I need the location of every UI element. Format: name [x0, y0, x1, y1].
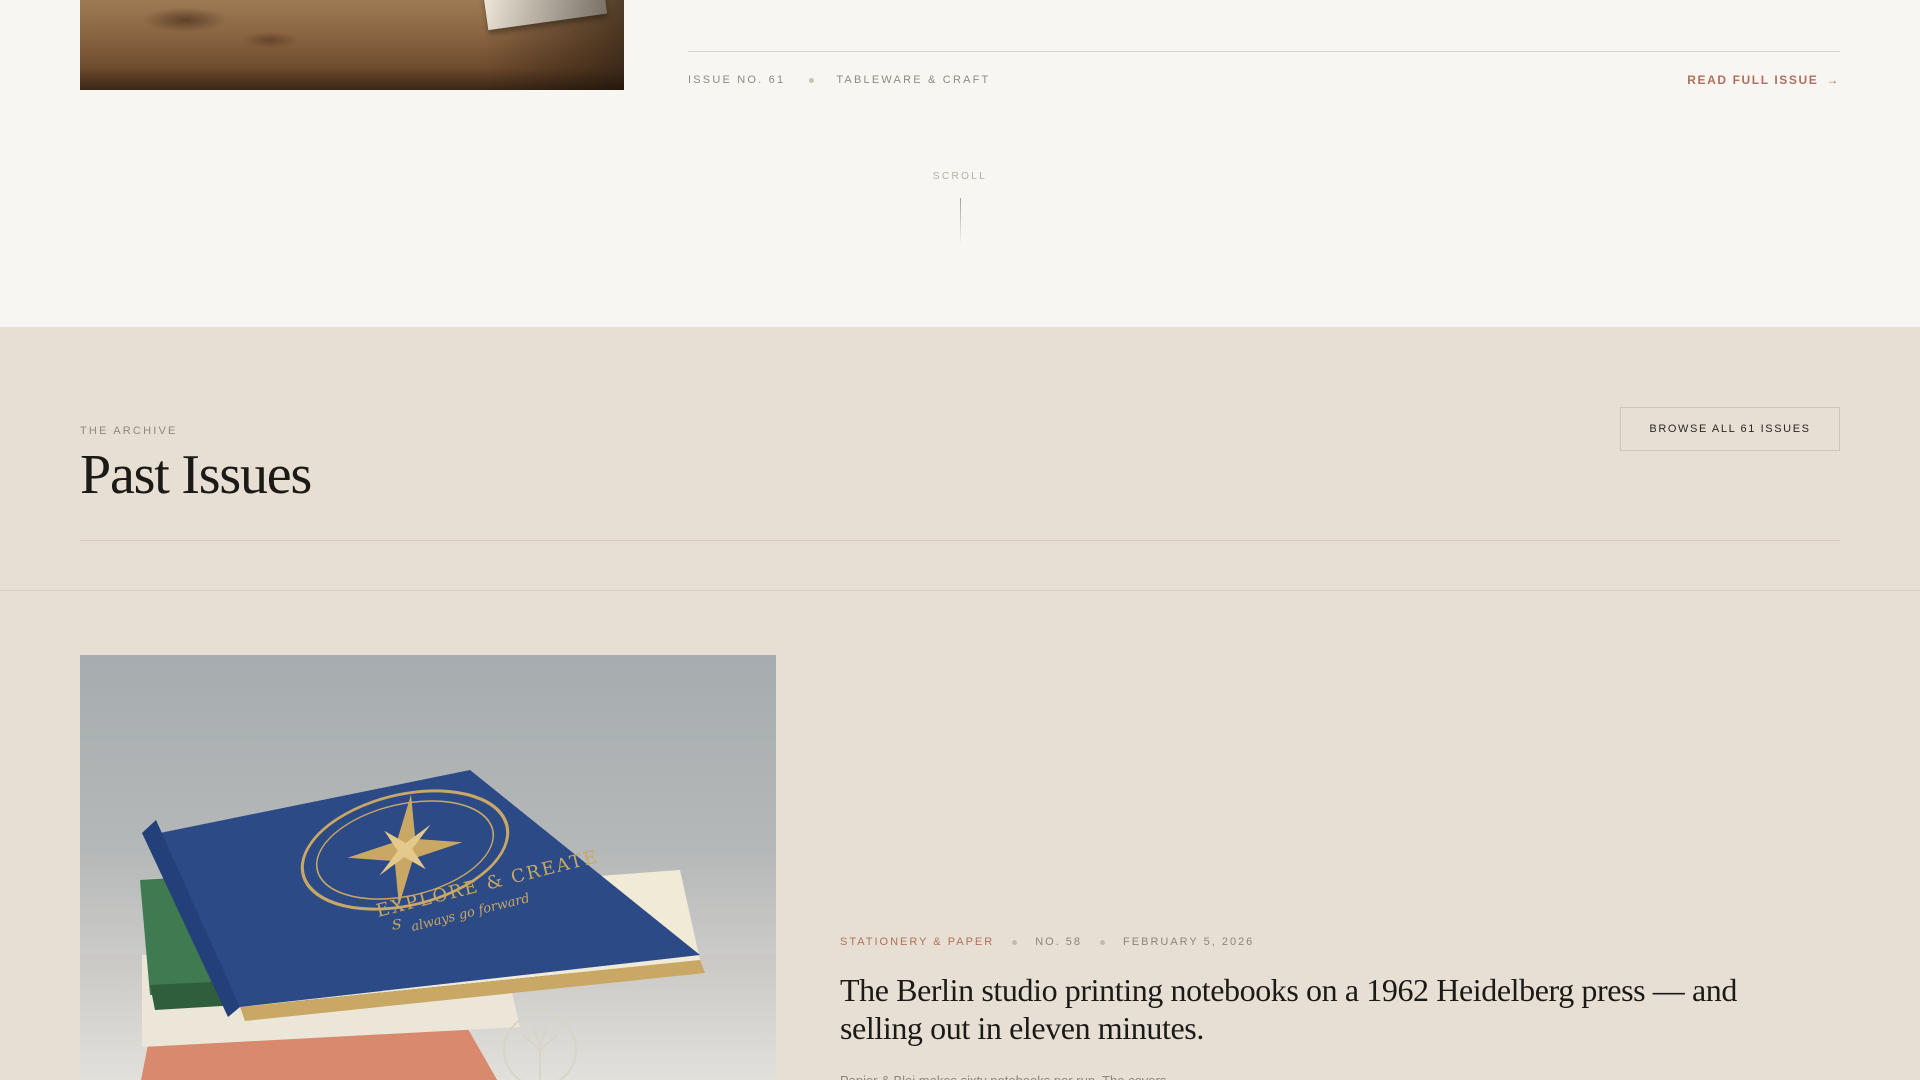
- archive-eyebrow: THE ARCHIVE: [80, 425, 178, 437]
- meta-separator-dot: [1100, 939, 1106, 945]
- compass-letter: S: [391, 917, 403, 934]
- read-full-issue-link[interactable]: READ FULL ISSUE →: [1687, 73, 1840, 87]
- arrow-right-icon: →: [1826, 73, 1840, 87]
- scroll-cue-label: SCROLL: [932, 171, 988, 182]
- feature-issue-label: ISSUE NO. 61: [688, 74, 786, 86]
- browse-all-issues-button[interactable]: BROWSE ALL 61 ISSUES: [1620, 407, 1840, 451]
- page: ISSUE NO. 61 TABLEWARE & CRAFT READ FULL…: [0, 0, 1920, 1080]
- feature-divider: [688, 51, 1840, 52]
- archive-divider: [80, 540, 1840, 541]
- card-excerpt: Papier & Blei makes sixty notebooks per …: [840, 1071, 1400, 1080]
- feature-category: TABLEWARE & CRAFT: [836, 74, 991, 86]
- archive-section: THE ARCHIVE Past Issues BROWSE ALL 61 IS…: [0, 327, 1920, 1080]
- archive-card-image[interactable]: S EXPLORE & CREATE always go forward: [80, 655, 776, 1080]
- notebooks-illustration: S EXPLORE & CREATE always go forward: [80, 770, 776, 1080]
- card-issue-number: NO. 58: [1035, 936, 1083, 948]
- featured-issue-photo[interactable]: [80, 0, 624, 90]
- read-full-issue-label: READ FULL ISSUE: [1687, 73, 1819, 87]
- archive-title: Past Issues: [80, 444, 312, 506]
- card-meta: STATIONERY & PAPER NO. 58 FEBRUARY 5, 20…: [840, 936, 1254, 948]
- card-headline[interactable]: The Berlin studio printing notebooks on …: [840, 971, 1800, 1047]
- card-date: FEBRUARY 5, 2026: [1123, 936, 1255, 948]
- feature-meta: ISSUE NO. 61 TABLEWARE & CRAFT: [688, 74, 990, 86]
- meta-separator-dot: [809, 77, 815, 83]
- archive-full-divider: [0, 590, 1920, 591]
- photo-shadow: [484, 0, 624, 90]
- meta-separator-dot: [1012, 939, 1018, 945]
- card-category[interactable]: STATIONERY & PAPER: [840, 936, 994, 948]
- scroll-indicator-line: [960, 198, 961, 242]
